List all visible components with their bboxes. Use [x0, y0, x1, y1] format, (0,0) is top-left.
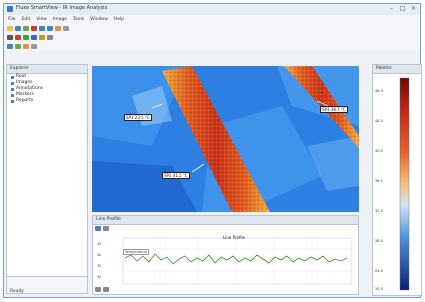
export-icon[interactable] — [23, 44, 29, 49]
colorbar-label: 28.0 — [375, 239, 383, 243]
y-tick: 45 — [97, 242, 102, 246]
export-icon[interactable] — [103, 226, 109, 231]
menu-bar: File Edit View Image Tools Window Help — [4, 15, 420, 24]
menu-file[interactable]: File — [8, 15, 16, 24]
status-text: Ready — [10, 289, 24, 294]
tree-item[interactable]: Reports — [7, 98, 87, 104]
explorer-panel: Explorer Root Images Annotations Markers… — [6, 64, 88, 294]
chart-icon[interactable] — [95, 226, 101, 231]
menu-edit[interactable]: Edit — [22, 15, 31, 24]
marker-label-1[interactable]: SP1 23.5 °C — [124, 114, 152, 121]
colorbar-label: 44.0 — [375, 119, 383, 123]
folder-icon — [11, 93, 14, 97]
window-controls: – □ × — [387, 5, 418, 12]
marker-label-2[interactable]: SP2 41.2 °C — [162, 172, 190, 179]
area-tool-icon[interactable] — [31, 35, 37, 40]
pointer-icon[interactable] — [7, 35, 13, 40]
marker-label-3[interactable]: SP3 38.7 °C — [320, 106, 348, 113]
colorbar-label: 40.0 — [375, 149, 383, 153]
graph-legend: Temperature — [123, 249, 150, 255]
print-icon[interactable] — [23, 26, 29, 31]
colorbar-label: 36.0 — [375, 179, 383, 183]
colorbar-gradient[interactable] — [399, 77, 410, 291]
maximize-icon[interactable]: □ — [398, 5, 407, 12]
folder-icon — [11, 75, 14, 79]
palette-title: Palette — [373, 65, 421, 74]
settings-icon[interactable] — [63, 26, 69, 31]
colorbar-label: 48.0 — [375, 89, 383, 93]
colorbar-label: 24.0 — [375, 269, 383, 273]
toolbar-3 — [4, 42, 420, 51]
explorer-footer: Ready — [7, 276, 87, 294]
window-title: Fluke SmartView - IR Image Analysis — [16, 5, 108, 11]
y-tick: 30 — [97, 275, 102, 279]
menu-tools[interactable]: Tools — [73, 15, 84, 24]
line-profile-title: Line Profile — [93, 216, 358, 225]
app-window: Fluke SmartView - IR Image Analysis – □ … — [3, 3, 422, 298]
explorer-title: Explorer — [7, 65, 87, 74]
zoom-in-icon[interactable] — [39, 26, 45, 31]
options-icon[interactable] — [95, 287, 101, 292]
save-icon[interactable] — [15, 26, 21, 31]
menu-image[interactable]: Image — [53, 15, 67, 24]
spot-marker-icon[interactable] — [15, 35, 21, 40]
menu-window[interactable]: Window — [90, 15, 108, 24]
help-icon[interactable] — [31, 44, 37, 49]
profile-footer — [95, 287, 109, 292]
folder-icon — [11, 87, 14, 91]
folder-icon — [11, 81, 14, 85]
report-icon[interactable] — [15, 44, 21, 49]
y-tick: 35 — [97, 264, 102, 268]
y-tick: 40 — [97, 253, 102, 257]
menu-help[interactable]: Help — [114, 15, 124, 24]
line-tool-icon[interactable] — [23, 35, 29, 40]
graph-title: Line Profile — [223, 235, 246, 240]
palette-panel: Palette 48.0 44.0 40.0 36.0 32.0 28.0 24… — [372, 64, 422, 296]
app-icon — [7, 6, 13, 12]
minimize-icon[interactable]: – — [387, 5, 396, 12]
close-icon[interactable]: × — [409, 5, 418, 12]
view-icon[interactable] — [7, 44, 13, 49]
menu-view[interactable]: View — [36, 15, 47, 24]
folder-icon — [11, 99, 14, 103]
toolbar-2 — [4, 33, 420, 42]
zoom-out-icon[interactable] — [47, 26, 53, 31]
thermal-image[interactable]: SP1 23.5 °C SP2 41.2 °C SP3 38.7 °C — [92, 66, 359, 212]
colorbar-label: 32.0 — [375, 209, 383, 213]
delete-icon[interactable] — [31, 26, 37, 31]
open-icon[interactable] — [7, 26, 13, 31]
text-tool-icon[interactable] — [39, 35, 45, 40]
profile-graph — [122, 237, 352, 285]
colorbar-label: 20.0 — [375, 287, 383, 291]
toolbar-1 — [4, 24, 420, 33]
copy-icon[interactable] — [103, 287, 109, 292]
thermal-image-svg — [92, 66, 359, 212]
colorbar — [399, 77, 410, 291]
profile-toolbar — [95, 226, 109, 231]
line-profile-panel: Line Profile Line Profile Temperature 45… — [92, 215, 359, 295]
palette-icon[interactable] — [55, 26, 61, 31]
rotate-icon[interactable] — [47, 35, 53, 40]
